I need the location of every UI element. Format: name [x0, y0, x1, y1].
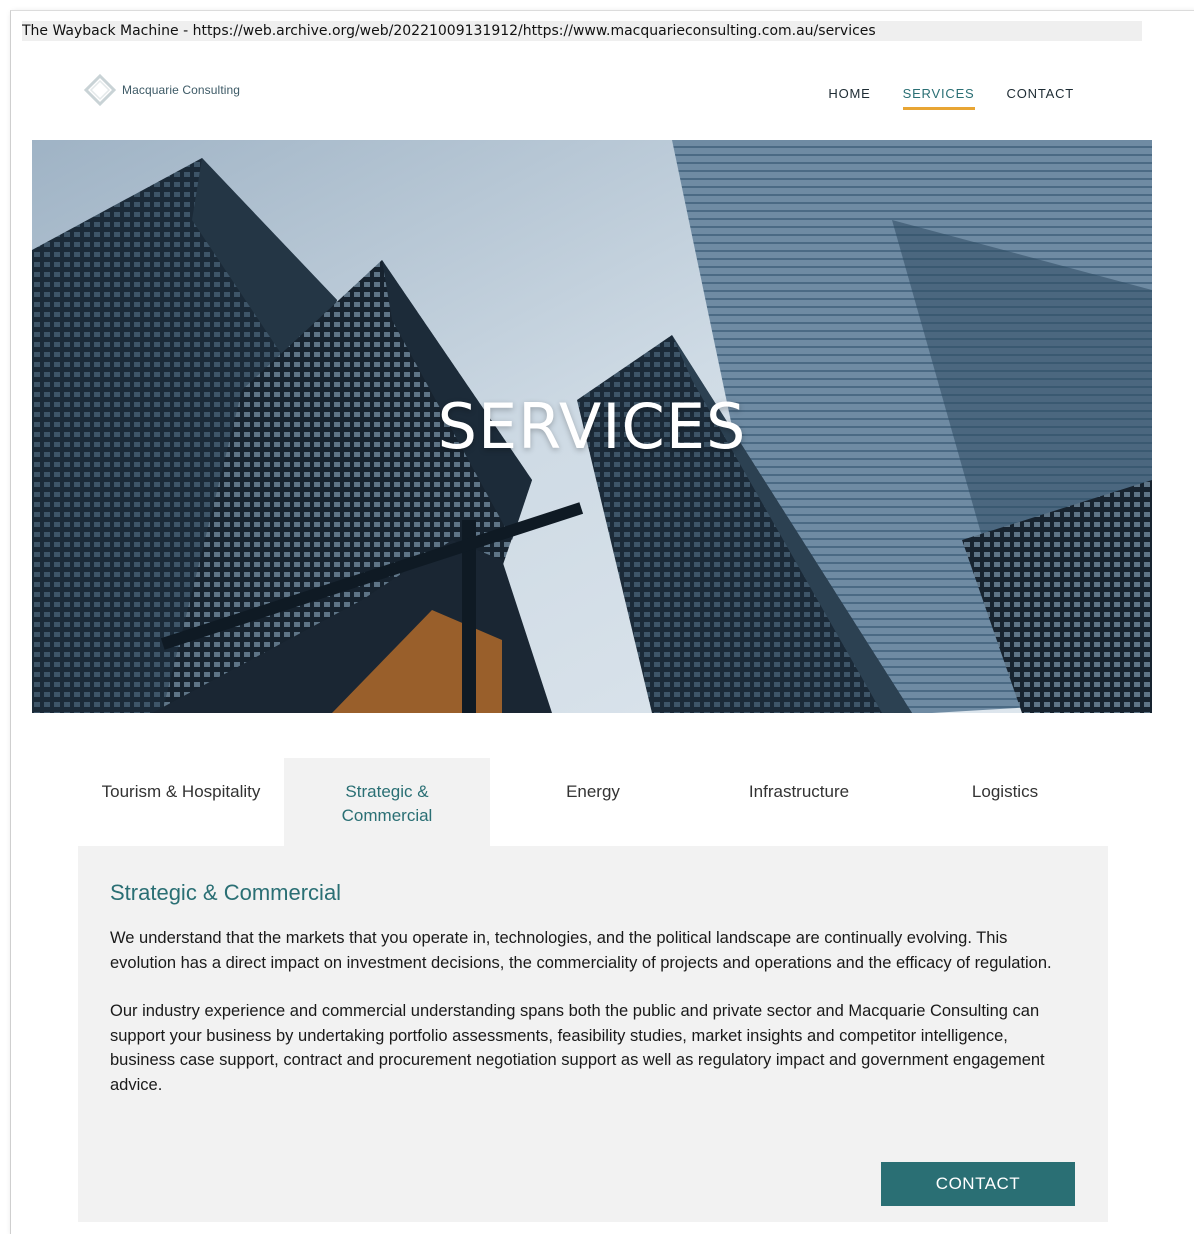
hero-title: SERVICES [437, 390, 747, 463]
wayback-banner: The Wayback Machine - https://web.archiv… [22, 21, 1142, 41]
nav-contact[interactable]: CONTACT [1007, 86, 1074, 110]
logo-text: Macquarie Consulting [122, 83, 241, 97]
panel-body: We understand that the markets that you … [110, 926, 1070, 1121]
tab-logistics[interactable]: Logistics [902, 758, 1108, 846]
tab-tourism-hospitality[interactable]: Tourism & Hospitality [78, 758, 284, 846]
diamond-logo-icon [84, 74, 116, 106]
panel-paragraph: We understand that the markets that you … [110, 929, 1052, 972]
nav-services[interactable]: SERVICES [902, 86, 975, 110]
site-logo[interactable]: Macquarie Consulting [84, 74, 240, 106]
nav-home[interactable]: HOME [828, 86, 870, 110]
hero-banner: SERVICES [32, 140, 1152, 713]
main-nav: HOME SERVICES CONTACT [828, 86, 1074, 110]
services-tabs: Tourism & Hospitality Strategic & Commer… [78, 758, 1108, 846]
tab-panel: Strategic & Commercial We understand tha… [78, 846, 1108, 1222]
tab-infrastructure[interactable]: Infrastructure [696, 758, 902, 846]
tab-strategic-commercial[interactable]: Strategic & Commercial [284, 758, 490, 846]
panel-paragraph: Our industry experience and commercial u… [110, 1002, 1045, 1094]
contact-button[interactable]: CONTACT [881, 1162, 1075, 1206]
panel-title: Strategic & Commercial [110, 880, 342, 905]
tab-energy[interactable]: Energy [490, 758, 696, 846]
